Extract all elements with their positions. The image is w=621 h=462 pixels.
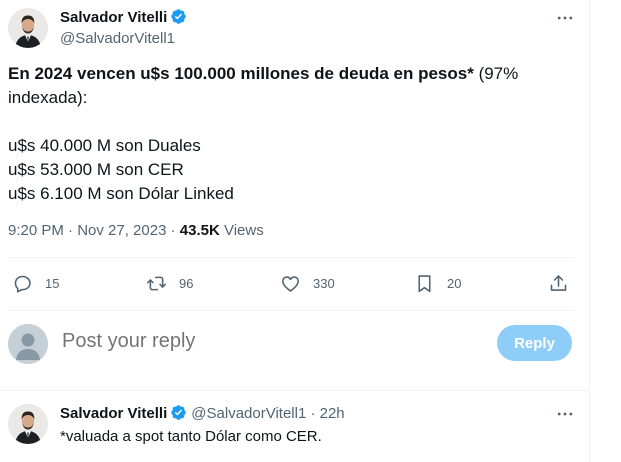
tweet-timestamp[interactable]: 9:20 PM · Nov 27, 2023 · [8,222,180,239]
tweet-text-line-dolar-linked: u$s 6.100 M son Dólar Linked [8,184,234,203]
tweet-text-bold: En 2024 vencen u$s 100.000 millones de d… [8,64,474,83]
more-icon[interactable] [555,8,575,28]
like-count: 330 [313,275,335,291]
views-label: Views [219,222,264,239]
repost-count: 96 [179,275,194,291]
author-name[interactable]: Salvador Vitelli [60,8,187,26]
conversation-column: Salvador Vitelli @SalvadorVitell1 En 202… [0,0,590,462]
repost-icon [146,273,167,294]
author-avatar[interactable] [8,8,48,48]
like-action[interactable]: 330 [280,268,335,298]
bookmark-count: 20 [447,275,462,291]
views-count: 43.5K [179,222,220,239]
reply-author-name[interactable]: Salvador Vitelli [60,405,167,422]
divider [8,310,574,311]
bookmark-action[interactable]: 20 [414,268,461,298]
divider [0,390,590,391]
reply-author-handle[interactable]: @SalvadorVitell1 [191,405,306,422]
divider [8,257,574,258]
author-name-text: Salvador Vitelli [60,9,168,26]
verified-badge-icon [170,404,187,421]
tweet-text-line-2: indexada): [8,88,88,107]
verified-badge-icon [170,8,187,25]
reply-text: *valuada a spot tanto Dólar como CER. [60,428,322,445]
reply-author-avatar[interactable] [8,404,48,444]
bookmark-icon [414,273,435,294]
like-icon [280,273,301,294]
reply-count: 15 [45,275,60,291]
default-avatar-icon [8,324,48,364]
reply-button[interactable]: Reply [497,325,572,361]
reply-header: Salvador Vitelli @SalvadorVitell1 · 22h [60,404,345,422]
tweet-text-line-cer: u$s 53.000 M son CER [8,160,184,179]
reply-time[interactable]: · 22h [306,405,344,422]
reply-icon [12,273,33,294]
reply-input[interactable] [62,330,362,353]
share-action[interactable] [548,268,569,298]
share-icon [548,273,569,294]
repost-action[interactable]: 96 [146,268,193,298]
more-icon[interactable] [555,404,575,424]
tweet-text: En 2024 vencen u$s 100.000 millones de d… [8,62,568,206]
author-handle[interactable]: @SalvadorVitell1 [60,30,175,47]
tweet-text-line-1: En 2024 vencen u$s 100.000 millones de d… [8,62,568,86]
tweet-meta: 9:20 PM · Nov 27, 2023 · 43.5K Views [8,222,264,239]
tweet-text-rest: (97% [473,64,519,83]
tweet-text-line-duales: u$s 40.000 M son Duales [8,136,201,155]
action-bar: 15 96 330 20 [0,268,590,298]
reply-action[interactable]: 15 [12,268,59,298]
